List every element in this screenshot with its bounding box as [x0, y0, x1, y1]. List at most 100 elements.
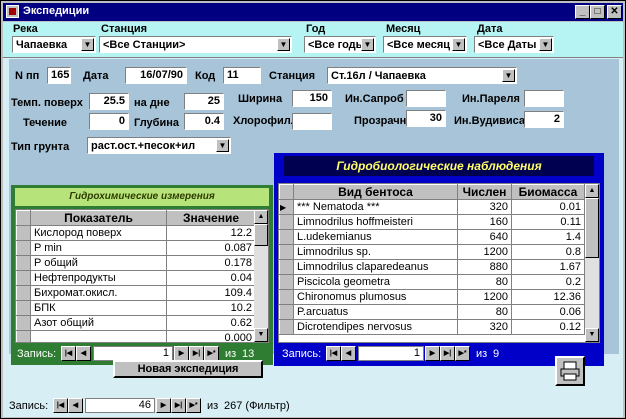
river-combo[interactable]: Чапаевка ▼ [12, 36, 96, 53]
table-row[interactable]: L.udekemianus 640 1.4 [279, 229, 585, 245]
cell-indicator[interactable]: Кислород поверх [30, 225, 167, 241]
row-selector[interactable] [16, 330, 31, 342]
saprob-field[interactable] [406, 90, 446, 107]
cell-biomass[interactable]: 0.06 [511, 304, 585, 320]
cell-value[interactable]: 0.178 [166, 255, 256, 271]
minimize-icon[interactable]: _ [575, 5, 590, 19]
cell-count[interactable]: 320 [457, 199, 512, 215]
chevron-down-icon[interactable]: ▼ [539, 38, 552, 51]
col-count[interactable]: Числен [457, 184, 512, 200]
cell-species[interactable]: Dicrotendipes nervosus [293, 319, 458, 335]
cell-biomass[interactable]: 0.12 [511, 319, 585, 335]
cell-biomass[interactable]: 1.67 [511, 259, 585, 275]
scroll-thumb[interactable] [585, 198, 599, 258]
date-filter-combo[interactable]: <Все Даты ▼ [474, 36, 554, 53]
cell-species[interactable]: Chironomus plumosus [293, 289, 458, 305]
row-selector[interactable] [279, 289, 294, 305]
col-biomass[interactable]: Биомасса [511, 184, 585, 200]
last-record-icon[interactable]: ▶| [171, 398, 186, 413]
cell-value[interactable]: 10.2 [166, 300, 256, 316]
station-combo[interactable]: Ст.16л / Чапаевка ▼ [327, 67, 517, 84]
row-selector[interactable] [16, 315, 31, 331]
cell-species[interactable]: Limnodrilus claparedeanus [293, 259, 458, 275]
cell-count[interactable]: 640 [457, 229, 512, 245]
station-filter-combo[interactable]: <Все Станции> ▼ [99, 36, 292, 53]
next-record-icon[interactable]: ▶ [174, 346, 189, 361]
current-field[interactable]: 0 [89, 113, 129, 130]
row-selector[interactable] [279, 229, 294, 245]
row-selector[interactable] [16, 255, 31, 271]
scroll-up-icon[interactable]: ▲ [585, 184, 599, 198]
chevron-down-icon[interactable]: ▼ [361, 38, 374, 51]
prev-record-icon[interactable]: ◀ [76, 346, 91, 361]
table-row[interactable]: Бихромат.окисл. 109.4 [16, 285, 256, 301]
bottom-temp-field[interactable]: 25 [184, 93, 224, 110]
cell-indicator[interactable]: Нефтепродукты [30, 270, 167, 286]
scroll-up-icon[interactable]: ▲ [254, 210, 268, 224]
cell-count[interactable]: 1200 [457, 244, 512, 260]
cell-value[interactable]: 12.2 [166, 225, 256, 241]
row-selector[interactable] [279, 304, 294, 320]
cell-indicator[interactable]: P общий [30, 255, 167, 271]
table-row[interactable]: ▶ *** Nematoda *** 320 0.01 [279, 199, 585, 215]
new-record-icon[interactable]: ▶* [186, 398, 201, 413]
col-value[interactable]: Значение [166, 210, 256, 226]
new-expedition-button[interactable]: Новая экспедиция [113, 360, 263, 378]
current-record-field[interactable]: 1 [358, 346, 424, 361]
row-selector[interactable] [279, 274, 294, 290]
hydrobio-scrollbar[interactable]: ▲ ▼ [585, 184, 599, 342]
table-row[interactable]: Dicrotendipes nervosus 320 0.12 [279, 319, 585, 335]
hydrochem-scrollbar[interactable]: ▲ ▼ [254, 210, 268, 342]
cell-value[interactable]: 0.62 [166, 315, 256, 331]
cell-species[interactable]: Piscicola geometra [293, 274, 458, 290]
col-indicator[interactable]: Показатель [30, 210, 167, 226]
pareli-field[interactable] [524, 90, 564, 107]
cell-biomass[interactable]: 0.8 [511, 244, 585, 260]
cell-indicator[interactable] [30, 330, 167, 342]
row-selector[interactable] [279, 244, 294, 260]
cell-value[interactable]: 0.000 [166, 330, 256, 342]
current-record-field[interactable]: 46 [85, 398, 155, 413]
table-row[interactable]: P.arcuatus 80 0.06 [279, 304, 585, 320]
row-selector[interactable] [16, 225, 31, 241]
year-combo[interactable]: <Все годы ▼ [304, 36, 376, 53]
woodiwiss-field[interactable]: 2 [524, 111, 564, 128]
table-row[interactable]: Chironomus plumosus 1200 12.36 [279, 289, 585, 305]
table-row[interactable]: Кислород поверх 12.2 [16, 225, 256, 241]
row-selector[interactable] [279, 259, 294, 275]
cell-biomass[interactable]: 0.2 [511, 274, 585, 290]
close-icon[interactable]: ✕ [607, 5, 622, 19]
soil-combo[interactable]: раст.ост.+песок+ил ▼ [87, 137, 231, 154]
table-row[interactable]: Limnodrilus claparedeanus 880 1.67 [279, 259, 585, 275]
last-record-icon[interactable]: ▶| [189, 346, 204, 361]
cell-count[interactable]: 80 [457, 274, 512, 290]
maximize-icon[interactable]: □ [590, 5, 605, 19]
prev-record-icon[interactable]: ◀ [68, 398, 83, 413]
new-record-icon[interactable]: ▶* [204, 346, 219, 361]
chevron-down-icon[interactable]: ▼ [502, 69, 515, 82]
cell-species[interactable]: P.arcuatus [293, 304, 458, 320]
width-field[interactable]: 150 [292, 90, 332, 107]
cell-species[interactable]: Limnodrilus sp. [293, 244, 458, 260]
row-selector[interactable] [16, 270, 31, 286]
scroll-thumb[interactable] [254, 224, 268, 246]
table-row[interactable]: Азот общий 0.62 [16, 315, 256, 331]
table-row[interactable]: Limnodrilus hoffmeisteri 160 0.11 [279, 214, 585, 230]
table-row[interactable]: Нефтепродукты 0.04 [16, 270, 256, 286]
current-record-field[interactable]: 1 [93, 346, 173, 361]
table-row[interactable]: 0.000 [16, 330, 256, 342]
last-record-icon[interactable]: ▶| [440, 346, 455, 361]
temp-surface-field[interactable]: 25.5 [89, 93, 129, 110]
new-record-icon[interactable]: ▶* [455, 346, 470, 361]
row-selector[interactable] [279, 214, 294, 230]
table-row[interactable]: P min 0.087 [16, 240, 256, 256]
cell-species[interactable]: L.udekemianus [293, 229, 458, 245]
next-record-icon[interactable]: ▶ [425, 346, 440, 361]
row-selector[interactable] [16, 240, 31, 256]
cell-biomass[interactable]: 0.01 [511, 199, 585, 215]
chevron-down-icon[interactable]: ▼ [277, 38, 290, 51]
chevron-down-icon[interactable]: ▼ [81, 38, 94, 51]
cell-indicator[interactable]: Бихромат.окисл. [30, 285, 167, 301]
table-row[interactable]: P общий 0.178 [16, 255, 256, 271]
chevron-down-icon[interactable]: ▼ [216, 139, 229, 152]
